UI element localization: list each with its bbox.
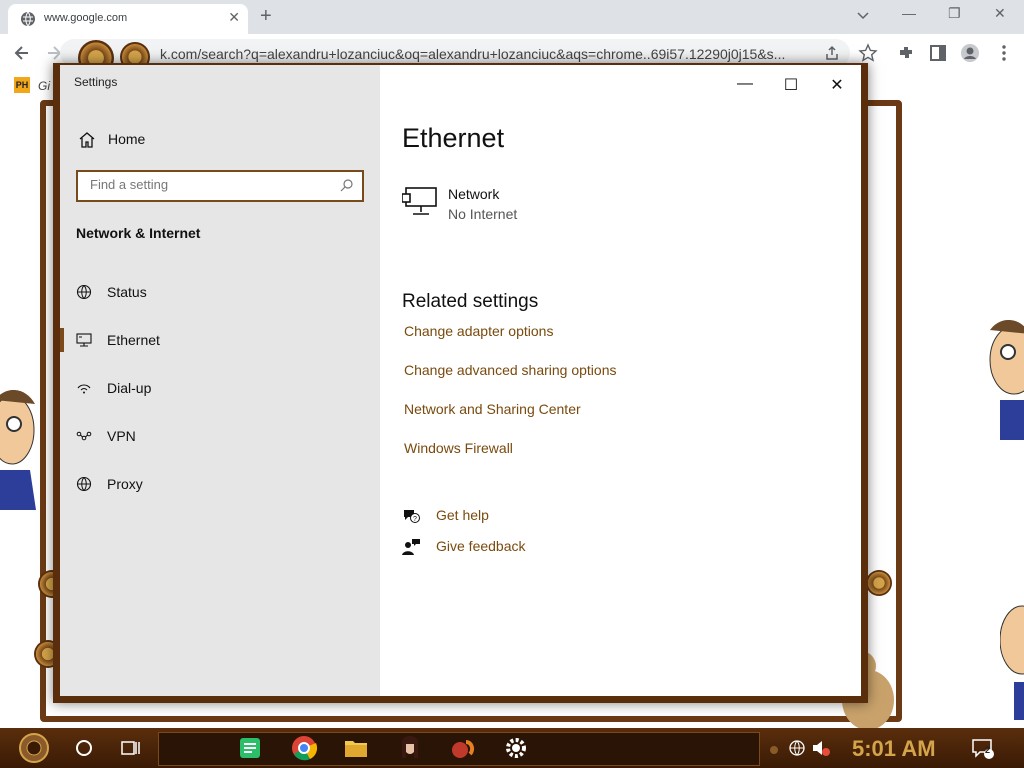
change-advanced-sharing-link[interactable]: Change advanced sharing options — [404, 362, 617, 378]
svg-text:?: ? — [413, 516, 417, 523]
extensions-puzzle-icon[interactable] — [896, 43, 916, 63]
settings-inner: Settings Home Network & Internet Status — [60, 65, 861, 696]
nav-item-ethernet[interactable]: Ethernet — [60, 322, 380, 358]
page-title: Ethernet — [402, 123, 505, 153]
home-icon — [79, 132, 95, 148]
windows-firewall-link[interactable]: Windows Firewall — [404, 440, 513, 456]
give-feedback-label: Give feedback — [436, 538, 526, 554]
tray-overflow-icon[interactable] — [768, 732, 780, 764]
home-label: Home — [108, 131, 146, 147]
change-adapter-options-link[interactable]: Change adapter options — [404, 323, 553, 339]
globe-status-icon — [76, 284, 92, 300]
nav-home[interactable]: Home — [74, 127, 364, 155]
tab-title: www.google.com — [44, 12, 128, 24]
related-settings-title: Related settings — [402, 291, 539, 312]
new-tab-button[interactable]: + — [260, 5, 272, 28]
network-name[interactable]: Network — [448, 186, 499, 202]
nav-item-status[interactable]: Status — [60, 274, 380, 310]
notification-center-icon[interactable] — [970, 732, 996, 764]
browser-minimize-button[interactable]: — — [902, 5, 916, 21]
get-help-row[interactable]: ? Get help — [402, 505, 602, 527]
network-adapter-icon[interactable] — [402, 186, 438, 218]
proxy-globe-icon — [76, 476, 92, 492]
search-input[interactable] — [88, 176, 332, 193]
minimize-button[interactable]: — — [735, 75, 755, 95]
cortana-search-icon[interactable] — [68, 732, 100, 764]
url-text: k.com/search?q=alexandru+lozanciuc&oq=al… — [160, 46, 786, 62]
dialup-icon — [77, 384, 91, 394]
settings-window: Settings Home Network & Internet Status — [53, 63, 868, 703]
nav-item-label: Ethernet — [107, 332, 160, 348]
squirrel-app-icon[interactable] — [446, 732, 478, 764]
browser-tab[interactable]: www.google.com ✕ — [8, 4, 248, 34]
notes-app-icon[interactable] — [234, 732, 266, 764]
portrait-app-icon[interactable] — [394, 732, 426, 764]
settings-content: — ☐ ✕ Ethernet Network No Internet Relat… — [380, 65, 861, 696]
taskbar: 5:01 AM 2 — [0, 728, 1024, 768]
help-chat-icon: ? — [404, 510, 420, 523]
settings-gear-icon[interactable] — [500, 732, 532, 764]
feedback-person-icon — [402, 539, 420, 555]
globe-favicon-icon — [21, 11, 35, 27]
profile-avatar-icon[interactable] — [960, 43, 980, 63]
section-title: Network & Internet — [76, 225, 201, 241]
ethernet-icon — [76, 333, 92, 347]
tab-close-icon[interactable]: ✕ — [228, 9, 240, 26]
bookmark-star-icon[interactable] — [858, 43, 878, 63]
browser-tab-bar: www.google.com ✕ + — ❐ ✕ — [0, 0, 1024, 34]
gear-decoration-icon — [866, 570, 892, 596]
volume-muted-icon[interactable] — [810, 732, 832, 764]
close-button[interactable]: ✕ — [827, 75, 847, 95]
settings-sidebar: Settings Home Network & Internet Status — [60, 65, 380, 696]
cartoon-character-left — [0, 390, 36, 510]
nav-item-dialup[interactable]: Dial-up — [60, 370, 380, 406]
search-icon[interactable] — [340, 178, 354, 192]
nav-item-proxy[interactable]: Proxy — [60, 466, 380, 502]
cartoon-character-right — [989, 320, 1024, 440]
get-help-label: Get help — [436, 507, 489, 523]
notification-count: 2 — [985, 745, 991, 755]
network-sharing-center-link[interactable]: Network and Sharing Center — [404, 401, 581, 417]
network-status: No Internet — [448, 206, 518, 222]
bookmark-ph-icon[interactable]: PH — [14, 77, 30, 93]
browser-close-button[interactable]: ✕ — [994, 5, 1006, 22]
chrome-icon[interactable] — [288, 732, 320, 764]
active-indicator — [60, 328, 64, 352]
side-panel-icon[interactable] — [928, 43, 948, 63]
network-globe-tray-icon[interactable] — [786, 732, 808, 764]
nav-item-label: Proxy — [107, 476, 143, 492]
nav-item-label: Status — [107, 284, 147, 300]
back-arrow-icon[interactable] — [12, 43, 32, 63]
nav-item-label: Dial-up — [107, 380, 152, 396]
vpn-icon — [76, 431, 92, 441]
chevron-down-icon[interactable] — [856, 8, 870, 22]
nav-item-label: VPN — [107, 428, 136, 444]
bookmark-label[interactable]: Gi — [38, 79, 50, 93]
search-box — [76, 170, 364, 202]
give-feedback-row[interactable]: Give feedback — [402, 536, 602, 558]
start-button-icon[interactable] — [18, 732, 50, 764]
window-title: Settings — [74, 75, 118, 89]
cartoon-character-right-lower — [1000, 605, 1024, 720]
nav-item-vpn[interactable]: VPN — [60, 418, 380, 454]
maximize-button[interactable]: ☐ — [781, 75, 801, 95]
share-icon[interactable] — [824, 45, 840, 61]
task-view-icon[interactable] — [114, 732, 146, 764]
file-explorer-icon[interactable] — [340, 732, 372, 764]
kebab-menu-icon[interactable] — [994, 43, 1014, 63]
clock[interactable]: 5:01 AM — [852, 736, 936, 762]
browser-restore-button[interactable]: ❐ — [948, 5, 961, 22]
